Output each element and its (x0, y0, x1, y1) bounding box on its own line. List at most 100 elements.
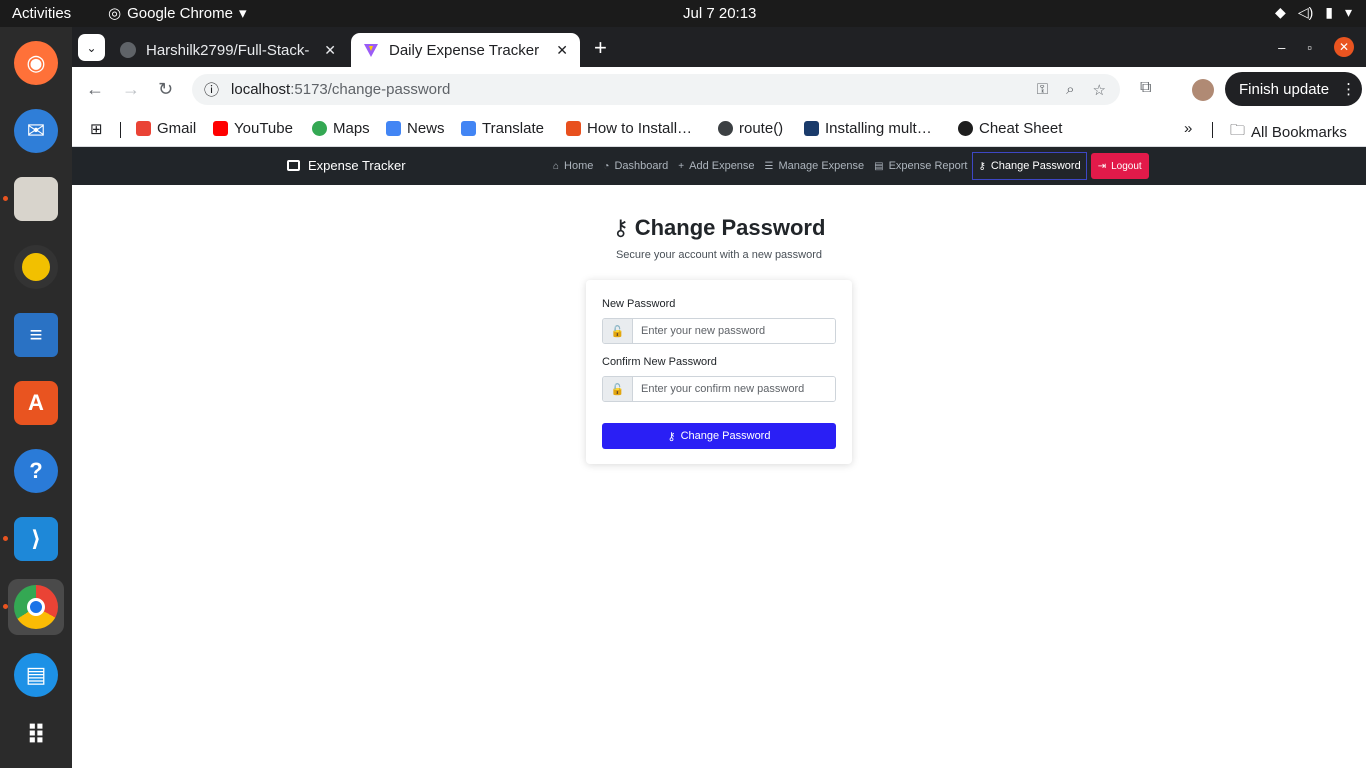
all-bookmarks[interactable]: 🗀 All Bookmarks (1230, 120, 1347, 145)
docker-icon: ▤ (14, 653, 58, 697)
window-controls: – ▫ ✕ (1278, 37, 1354, 57)
clock[interactable]: Jul 7 20:13 (683, 5, 756, 22)
nav-dashboard[interactable]: ◔ Dashboard (598, 152, 673, 180)
dock-vscode[interactable]: ⟩ (8, 511, 64, 567)
bookmark-label: YouTube (234, 120, 293, 137)
github-icon (120, 42, 136, 58)
folder-icon: 🗀 (1230, 122, 1246, 139)
reload-button[interactable]: ↻ (158, 79, 173, 100)
bookmark-label: Gmail (157, 120, 197, 137)
bookmark-youtube[interactable]: YouTube (213, 120, 293, 137)
brand[interactable]: Expense Tracker (287, 158, 406, 173)
change-password-button-label: Change Password (680, 430, 771, 442)
thunderbird-icon: ✉ (14, 109, 58, 153)
close-icon[interactable]: ✕ (556, 42, 568, 59)
address-bar[interactable]: ⓘ localhost:5173/change-password ⚿ ⌕ ☆ (192, 74, 1120, 105)
confirm-password-input[interactable] (633, 377, 835, 401)
bookmark-installing-mult[interactable]: Installing mult… (804, 120, 932, 137)
show-apps-button[interactable]: ⠿ (8, 707, 64, 763)
more-vert-icon: ⋮ (1341, 81, 1357, 98)
logout-button[interactable]: ⇥ Logout (1090, 153, 1149, 179)
dock-chrome[interactable] (8, 579, 64, 635)
system-tray[interactable]: ◆ ◁) ▮ ▾ (1275, 4, 1352, 21)
tab-expense-tracker[interactable]: Daily Expense Tracker ✕ (351, 33, 580, 67)
browser-toolbar: ← → ↻ ⓘ localhost:5173/change-password ⚿… (72, 67, 1366, 112)
bookmark-gmail[interactable]: Gmail (136, 120, 196, 137)
dock-thunderbird[interactable]: ✉ (8, 103, 64, 159)
close-window-button[interactable]: ✕ (1334, 37, 1354, 57)
back-button[interactable]: ← (86, 79, 104, 100)
home-icon: ⌂ (553, 160, 560, 172)
minimize-icon[interactable]: – (1278, 40, 1285, 55)
dock-app-center[interactable]: A (8, 375, 64, 431)
youtube-icon (213, 121, 228, 136)
dock-rhythmbox[interactable] (8, 239, 64, 295)
nav-change-password[interactable]: ⚷ Change Password (972, 152, 1087, 180)
forward-button[interactable]: → (122, 79, 140, 100)
tab-github[interactable]: Harshilk2799/Full-Stack- ✕ (108, 33, 348, 67)
apps-grid-icon[interactable]: ⊞ (90, 120, 103, 138)
bookmark-separator (120, 122, 121, 138)
app-navbar: Expense Tracker ⌂ Home ◔ Dashboard + Add Ex… (72, 147, 1366, 185)
site-info-icon[interactable]: ⓘ (204, 79, 219, 100)
nav-label: Manage Expense (778, 160, 865, 172)
app-grid-icon: ⠿ (25, 719, 47, 750)
password-key-icon[interactable]: ⚿ (1037, 81, 1048, 99)
new-tab-button[interactable]: + (594, 35, 607, 61)
nav-manage-expense[interactable]: ☰ Manage Expense (760, 152, 870, 180)
firefox-icon: ◉ (14, 41, 58, 85)
nav-home[interactable]: ⌂ Home (548, 152, 598, 180)
new-password-label: New Password (602, 298, 676, 310)
system-top-bar: Activities ◎ Google Chrome ▾ Jul 7 20:13… (0, 0, 1366, 27)
cheat-sheet-icon (958, 121, 973, 136)
zoom-icon[interactable]: ⌕ (1066, 81, 1074, 99)
extensions-icon[interactable]: ⧉ (1140, 79, 1151, 97)
chevron-down-icon: ▾ (1344, 4, 1352, 20)
nav-add-expense[interactable]: + Add Expense (673, 152, 759, 180)
bookmark-maps[interactable]: Maps (312, 120, 370, 137)
dock-help[interactable]: ? (8, 443, 64, 499)
nav-label: Expense Report (888, 160, 968, 172)
activities-button[interactable]: Activities (12, 5, 71, 22)
bookmark-star-icon[interactable]: ☆ (1093, 81, 1106, 99)
page-subtitle: Secure your account with a new password (615, 249, 823, 261)
more-bookmarks-icon[interactable]: » (1184, 120, 1192, 137)
bookmark-translate[interactable]: Translate (461, 120, 544, 137)
bookmark-cheat-sheet[interactable]: Cheat Sheet (958, 120, 1062, 137)
change-password-button[interactable]: ⚷ Change Password (602, 423, 836, 449)
new-password-group: 🔓 (602, 318, 836, 344)
close-icon[interactable]: ✕ (324, 42, 336, 59)
bookmark-route[interactable]: route() (718, 120, 783, 137)
nav-label: Dashboard (614, 160, 669, 172)
key-icon: ⚷ (612, 215, 629, 240)
chevron-down-icon: ▾ (238, 5, 247, 22)
dock-docker[interactable]: ▤ (8, 647, 64, 703)
nav-label: Change Password (990, 160, 1081, 172)
dock: ◉ ✉ ≡ A ? ⟩ ▤ ⠿ (0, 27, 72, 768)
bookmark-how-to-install[interactable]: How to Install… (566, 120, 692, 137)
dock-firefox[interactable]: ◉ (8, 35, 64, 91)
maximize-icon[interactable]: ▫ (1307, 40, 1312, 55)
bookmark-label: News (407, 120, 445, 137)
dock-writer[interactable]: ≡ (8, 307, 64, 363)
rhythmbox-icon (14, 245, 58, 289)
nav-label: Home (564, 160, 594, 172)
avatar[interactable] (1192, 79, 1214, 101)
bookmark-label: route() (739, 120, 784, 137)
dock-files[interactable] (8, 171, 64, 227)
tab-search-button[interactable]: ⌄ (78, 34, 105, 61)
dashboard-icon: ◔ (603, 160, 610, 172)
url-path: :5173/change-password (290, 81, 451, 98)
help-icon: ? (14, 449, 58, 493)
app-menu-label: Google Chrome (127, 4, 233, 22)
url-host: localhost (231, 81, 291, 98)
bookmark-news[interactable]: News (386, 120, 445, 137)
unlock-icon: 🔓 (603, 319, 633, 343)
key-icon: ⚷ (667, 430, 676, 443)
finish-update-button[interactable]: Finish update ⋮ (1225, 72, 1362, 106)
app-menu[interactable]: ◎ Google Chrome ▾ (108, 4, 247, 23)
new-password-input[interactable] (633, 319, 835, 343)
tab-title: Harshilk2799/Full-Stack- (146, 41, 310, 59)
nav-expense-report[interactable]: ▤ Expense Report (869, 152, 972, 180)
page-title: ⚷ Change Password (72, 215, 1366, 241)
